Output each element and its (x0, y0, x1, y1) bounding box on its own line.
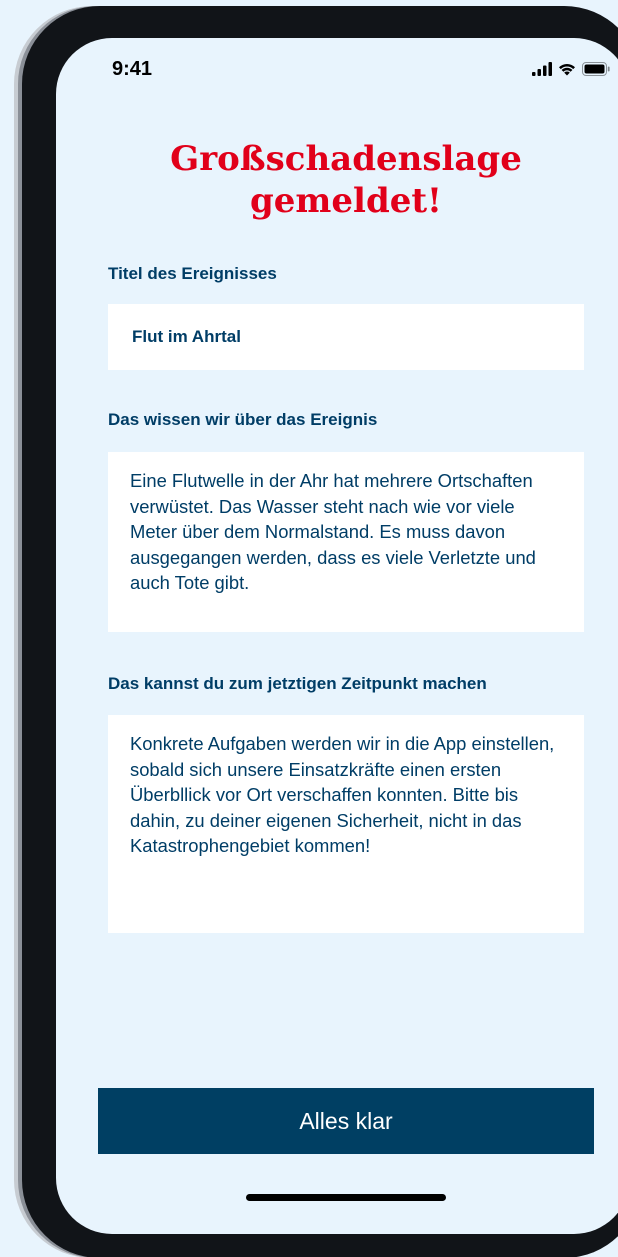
confirm-button[interactable]: Alles klar (98, 1088, 594, 1154)
phone-frame: 9:41 Großschadenslage gemeldet! Titel de… (22, 6, 618, 1257)
confirm-button-label: Alles klar (299, 1107, 393, 1134)
event-info-box: Eine Flutwelle in der Ahr hat mehrere Or… (108, 452, 584, 632)
page-title: Großschadenslage gemeldet! (108, 138, 584, 222)
actions-box: Konkrete Aufgaben werden wir in die App … (108, 715, 584, 933)
event-info-label: Das wissen wir über das Ereignis (108, 410, 378, 429)
title-line-2: gemeldet! (250, 181, 442, 221)
event-title-value: Flut im Ahrtal (132, 327, 241, 346)
actions-text: Konkrete Aufgaben werden wir in die App … (130, 733, 555, 856)
actions-label: Das kannst du zum jetztigen Zeitpunkt ma… (108, 674, 487, 693)
battery-icon (582, 62, 610, 76)
event-info-text: Eine Flutwelle in der Ahr hat mehrere Or… (130, 470, 536, 593)
title-line-1: Großschadenslage (170, 139, 522, 179)
event-title-field: Flut im Ahrtal (108, 304, 584, 370)
home-indicator (246, 1194, 446, 1201)
event-title-label: Titel des Ereignisses (108, 264, 277, 283)
content: Großschadenslage gemeldet! Titel des Ere… (108, 38, 584, 933)
stage: 9:41 Großschadenslage gemeldet! Titel de… (0, 0, 618, 1257)
phone-screen: 9:41 Großschadenslage gemeldet! Titel de… (56, 38, 618, 1234)
